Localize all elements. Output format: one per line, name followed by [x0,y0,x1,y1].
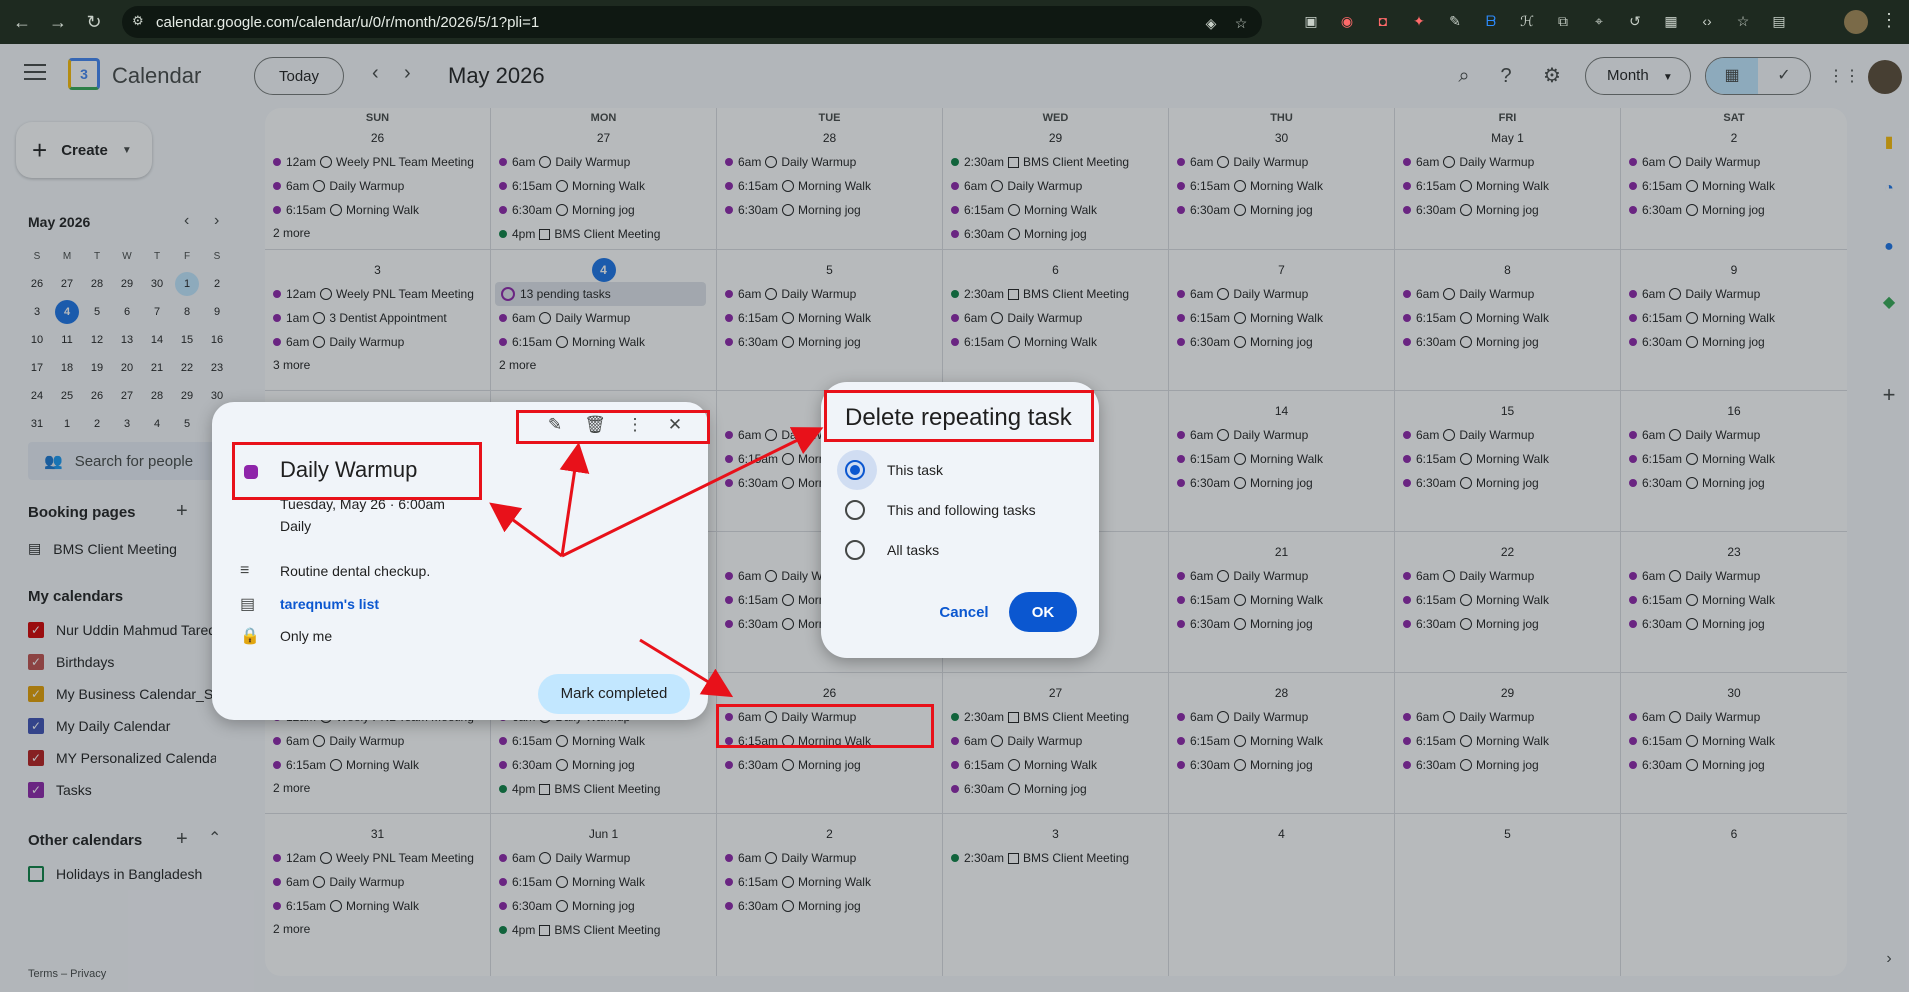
blue-extension-icon[interactable]: ᗷ [1480,8,1502,34]
radio-selected[interactable] [845,460,865,480]
puzzle-extensions-icon[interactable]: ⧉ [1552,8,1574,34]
popover-repeat: Daily [280,518,312,534]
dark-extension-icon[interactable]: ℋ [1516,8,1538,34]
option-label: This and following tasks [887,502,1036,518]
camera-extension-icon[interactable]: ▣ [1300,8,1322,34]
annotation-box-title [232,442,482,500]
annotation-box-dialog-title [824,390,1094,442]
annotation-box-day-event [716,704,934,748]
location-icon[interactable]: ⌖ [1588,8,1610,34]
extensions-bar: ▣ ◉ ◘ ✦ ✎ ᗷ ℋ ⧉ ⌖ ↺ ▦ ‹› ☆ ▤ [1300,8,1790,34]
reload-icon[interactable]: ↻ [80,8,108,36]
bookmark-star-icon[interactable]: ☆ [1230,12,1252,34]
radio-unselected[interactable] [845,500,865,520]
cancel-button[interactable]: Cancel [933,592,995,632]
option-this-task[interactable]: This task [845,460,943,480]
back-icon[interactable]: ← [8,8,36,36]
screenshot-extension-icon[interactable]: ◉ [1336,8,1358,34]
pocket-extension-icon[interactable]: ◘ [1372,8,1394,34]
address-text: calendar.google.com/calendar/u/0/r/month… [156,13,540,31]
grey-extension-icon[interactable]: ✎ [1444,8,1466,34]
red-extension-icon[interactable]: ✦ [1408,8,1430,34]
visibility-row: 🔒 Only me [240,626,332,646]
option-label: This task [887,462,944,478]
task-list-link[interactable]: tareqnum's list [280,596,379,612]
option-all-tasks[interactable]: All tasks [845,540,939,560]
mark-completed-button[interactable]: Mark completed [538,674,690,714]
description-lines-icon: ≡ [240,562,250,579]
favorites-icon[interactable]: ☆ [1732,8,1754,34]
browser-toolbar: ← → ↻ ⚙ calendar.google.com/calendar/u/0… [0,0,1909,44]
list-row: ▤ tareqnum's list [240,594,379,614]
option-this-and-following[interactable]: This and following tasks [845,500,1036,520]
annotation-box-toolbar [516,410,710,444]
tab-search-icon[interactable]: ▦ [1660,8,1682,34]
address-bar[interactable]: ⚙ calendar.google.com/calendar/u/0/r/mon… [122,6,1262,38]
description-text: Routine dental checkup. [280,563,431,579]
visibility-text: Only me [280,628,333,644]
lens-icon[interactable]: ◈ [1200,12,1222,34]
lock-icon: 🔒 [240,628,260,645]
description-row: ≡ Routine dental checkup. [240,562,430,580]
forward-icon[interactable]: → [44,8,72,36]
radio-unselected[interactable] [845,540,865,560]
option-label: All tasks [887,542,940,558]
ok-button[interactable]: OK [1009,592,1077,632]
trash-extension-icon[interactable]: ▤ [1768,8,1790,34]
history-icon[interactable]: ↺ [1624,8,1646,34]
code-icon[interactable]: ‹› [1696,8,1718,34]
task-list-icon: ▤ [240,596,256,613]
site-info-icon[interactable]: ⚙ [132,13,148,29]
browser-profile-avatar[interactable] [1844,10,1868,34]
browser-menu-icon[interactable]: ⋮ [1880,10,1898,31]
